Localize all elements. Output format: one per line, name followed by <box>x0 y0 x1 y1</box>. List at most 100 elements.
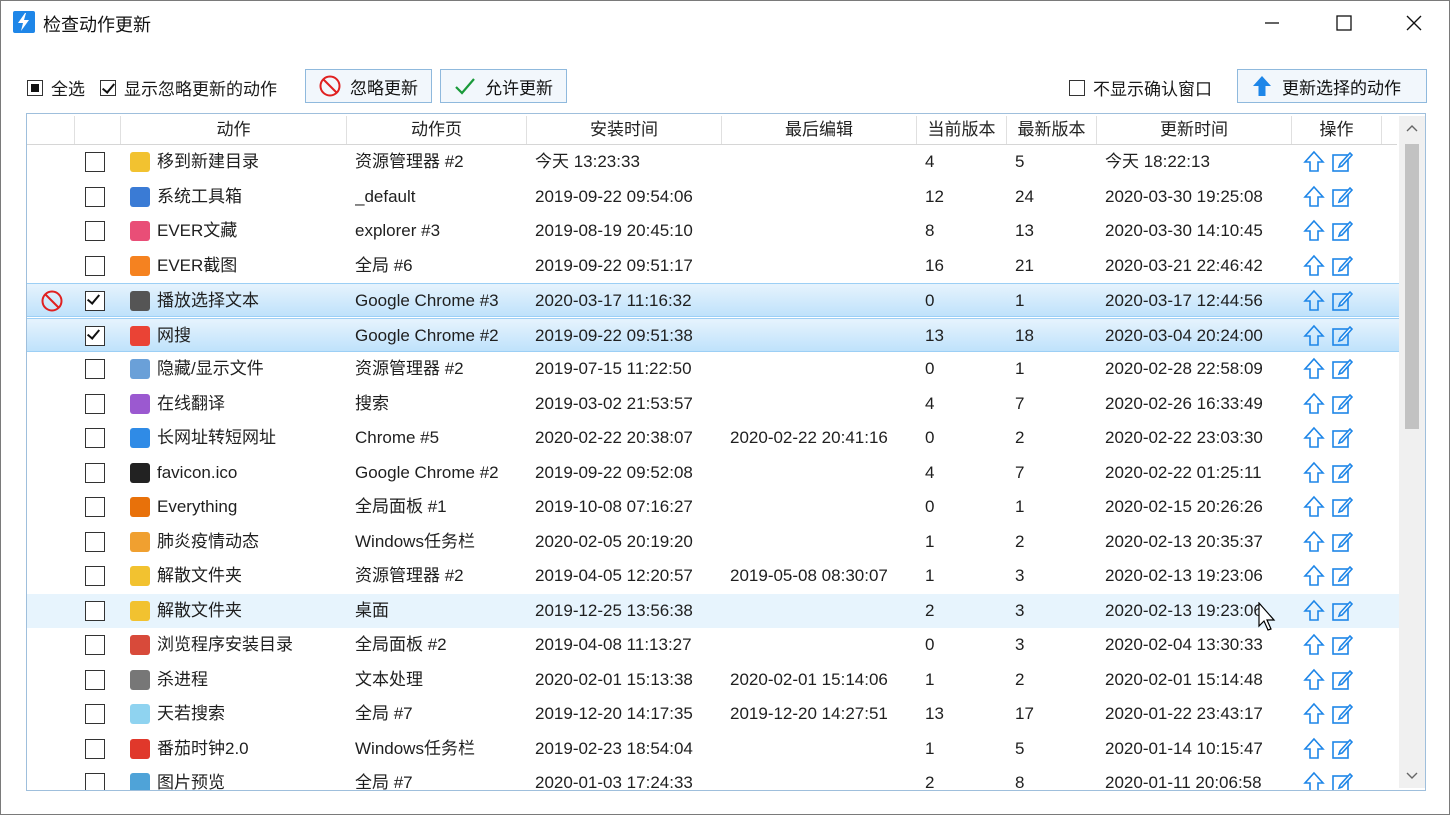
table-row[interactable]: 长网址转短网址 Chrome #5 2020-02-22 20:38:07 2020-… <box>27 421 1399 455</box>
table-row[interactable]: 解散文件夹 桌面 2019-12-25 13:56:38 2 3 2020-02-13 1… <box>27 593 1399 628</box>
row-checkbox[interactable] <box>85 490 109 524</box>
table-row[interactable]: 网搜 Google Chrome #2 2019-09-22 09:51:38 13 1… <box>27 317 1399 353</box>
edit-icon[interactable] <box>1330 185 1354 209</box>
column-header-action[interactable]: 动作 <box>121 116 347 144</box>
table-row[interactable]: 隐藏/显示文件 资源管理器 #2 2019-07-15 11:22:50 0 1 2020… <box>27 352 1399 386</box>
row-checkbox[interactable] <box>85 319 109 353</box>
table-row[interactable]: 天若搜索 全局 #7 2019-12-20 14:17:35 2019-12-20 1… <box>27 697 1399 731</box>
column-header-action-page[interactable]: 动作页 <box>347 116 527 144</box>
update-arrow-icon[interactable] <box>1302 599 1326 623</box>
row-operations <box>1302 214 1362 248</box>
row-checkbox[interactable] <box>85 525 109 559</box>
row-checkbox[interactable] <box>85 456 109 490</box>
edit-icon[interactable] <box>1330 426 1354 450</box>
update-arrow-icon[interactable] <box>1302 495 1326 519</box>
table-row[interactable]: EVER文藏 explorer #3 2019-08-19 20:45:10 8 13 2… <box>27 214 1399 248</box>
row-checkbox[interactable] <box>85 387 109 421</box>
edit-icon[interactable] <box>1330 633 1354 657</box>
update-arrow-icon[interactable] <box>1302 289 1326 313</box>
update-arrow-icon[interactable] <box>1302 150 1326 174</box>
update-arrow-icon[interactable] <box>1302 254 1326 278</box>
column-header-operations[interactable]: 操作 <box>1292 116 1382 144</box>
edit-icon[interactable] <box>1330 530 1354 554</box>
edit-icon[interactable] <box>1330 668 1354 692</box>
select-all-checkbox[interactable]: 全选 <box>27 75 85 100</box>
column-header-latest-version[interactable]: 最新版本 <box>1007 116 1097 144</box>
scroll-thumb[interactable] <box>1405 144 1419 429</box>
column-header-current-version[interactable]: 当前版本 <box>917 116 1007 144</box>
edit-icon[interactable] <box>1330 495 1354 519</box>
table-row[interactable]: Everything 全局面板 #1 2019-10-08 07:16:27 0 1 20… <box>27 490 1399 524</box>
table-row[interactable]: EVER截图 全局 #6 2019-09-22 09:51:17 16 21 2020-0… <box>27 249 1399 283</box>
edit-icon[interactable] <box>1330 461 1354 485</box>
update-arrow-icon[interactable] <box>1302 392 1326 416</box>
edit-icon[interactable] <box>1330 599 1354 623</box>
column-header-update-time[interactable]: 更新时间 <box>1097 116 1292 144</box>
row-checkbox[interactable] <box>85 249 109 283</box>
column-header-install-time[interactable]: 安装时间 <box>527 116 722 144</box>
edit-icon[interactable] <box>1330 737 1354 761</box>
row-checkbox[interactable] <box>85 628 109 662</box>
edit-icon[interactable] <box>1330 150 1354 174</box>
update-arrow-icon[interactable] <box>1302 461 1326 485</box>
table-row[interactable]: 浏览程序安装目录 全局面板 #2 2019-04-08 11:13:27 0 3 2020… <box>27 628 1399 662</box>
row-checkbox[interactable] <box>85 559 109 593</box>
update-arrow-icon[interactable] <box>1302 668 1326 692</box>
update-arrow-icon[interactable] <box>1302 219 1326 243</box>
edit-icon[interactable] <box>1330 357 1354 381</box>
row-checkbox[interactable] <box>85 766 109 790</box>
row-checkbox[interactable] <box>85 180 109 214</box>
row-checkbox[interactable] <box>85 697 109 731</box>
table-row[interactable]: 番茄时钟2.0 Windows任务栏 2019-02-23 18:54:04 1 5 20… <box>27 732 1399 766</box>
update-selected-button[interactable]: 更新选择的动作 <box>1237 69 1427 103</box>
update-arrow-icon[interactable] <box>1302 324 1326 348</box>
update-arrow-icon[interactable] <box>1302 633 1326 657</box>
edit-icon[interactable] <box>1330 564 1354 588</box>
table-row[interactable]: 杀进程 文本处理 2020-02-01 15:13:38 2020-02-01 15:… <box>27 663 1399 697</box>
edit-icon[interactable] <box>1330 324 1354 348</box>
update-arrow-icon[interactable] <box>1302 737 1326 761</box>
row-checkbox[interactable] <box>85 214 109 248</box>
vertical-scrollbar[interactable] <box>1399 116 1425 788</box>
show-ignored-checkbox[interactable]: 显示忽略更新的动作 <box>100 75 277 100</box>
update-arrow-icon[interactable] <box>1302 702 1326 726</box>
update-arrow-icon[interactable] <box>1302 426 1326 450</box>
update-arrow-icon[interactable] <box>1302 357 1326 381</box>
edit-icon[interactable] <box>1330 392 1354 416</box>
row-checkbox[interactable] <box>85 421 109 455</box>
allow-update-button[interactable]: 允许更新 <box>440 69 567 103</box>
table-row[interactable]: 系统工具箱 _default 2019-09-22 09:54:06 12 24 2020… <box>27 180 1399 214</box>
no-confirm-checkbox[interactable]: 不显示确认窗口 <box>1069 75 1212 100</box>
row-checkbox[interactable] <box>85 663 109 697</box>
column-header-last-edit[interactable]: 最后编辑 <box>722 116 917 144</box>
table-row[interactable]: 肺炎疫情动态 Windows任务栏 2020-02-05 20:19:20 1 2 202… <box>27 525 1399 559</box>
scroll-down-button[interactable] <box>1399 764 1425 788</box>
table-row[interactable]: 在线翻译 搜索 2019-03-02 21:53:57 4 7 2020-02-26 16… <box>27 387 1399 421</box>
scroll-up-button[interactable] <box>1399 116 1425 140</box>
edit-icon[interactable] <box>1330 289 1354 313</box>
edit-icon[interactable] <box>1330 771 1354 790</box>
table-row[interactable]: 解散文件夹 资源管理器 #2 2019-04-05 12:20:57 2019-05-… <box>27 559 1399 593</box>
row-checkbox[interactable] <box>85 284 109 318</box>
table-row[interactable]: favicon.ico Google Chrome #2 2019-09-22 09… <box>27 456 1399 490</box>
row-checkbox[interactable] <box>85 594 109 628</box>
update-arrow-icon[interactable] <box>1302 185 1326 209</box>
update-arrow-icon[interactable] <box>1302 771 1326 790</box>
ignore-update-button[interactable]: 忽略更新 <box>305 69 432 103</box>
edit-icon[interactable] <box>1330 702 1354 726</box>
edit-icon[interactable] <box>1330 219 1354 243</box>
close-button[interactable] <box>1379 1 1449 45</box>
update-arrow-icon[interactable] <box>1302 530 1326 554</box>
row-checkbox[interactable] <box>85 352 109 386</box>
table-row[interactable]: 播放选择文本 Google Chrome #3 2020-03-17 11:16:3… <box>27 283 1399 317</box>
title-bar[interactable]: 检查动作更新 <box>1 1 1449 45</box>
maximize-button[interactable] <box>1309 1 1379 45</box>
table-row[interactable]: 移到新建目录 资源管理器 #2 今天 13:23:33 4 5 今天 18:22:13 <box>27 145 1399 179</box>
row-checkbox[interactable] <box>85 145 109 179</box>
edit-icon[interactable] <box>1330 254 1354 278</box>
minimize-button[interactable] <box>1237 1 1307 45</box>
row-checkbox[interactable] <box>85 732 109 766</box>
install-time: 2019-09-22 09:54:06 <box>535 186 693 206</box>
update-arrow-icon[interactable] <box>1302 564 1326 588</box>
table-row[interactable]: 图片预览 全局 #7 2020-01-03 17:24:33 2 8 2020-01-11… <box>27 766 1399 790</box>
